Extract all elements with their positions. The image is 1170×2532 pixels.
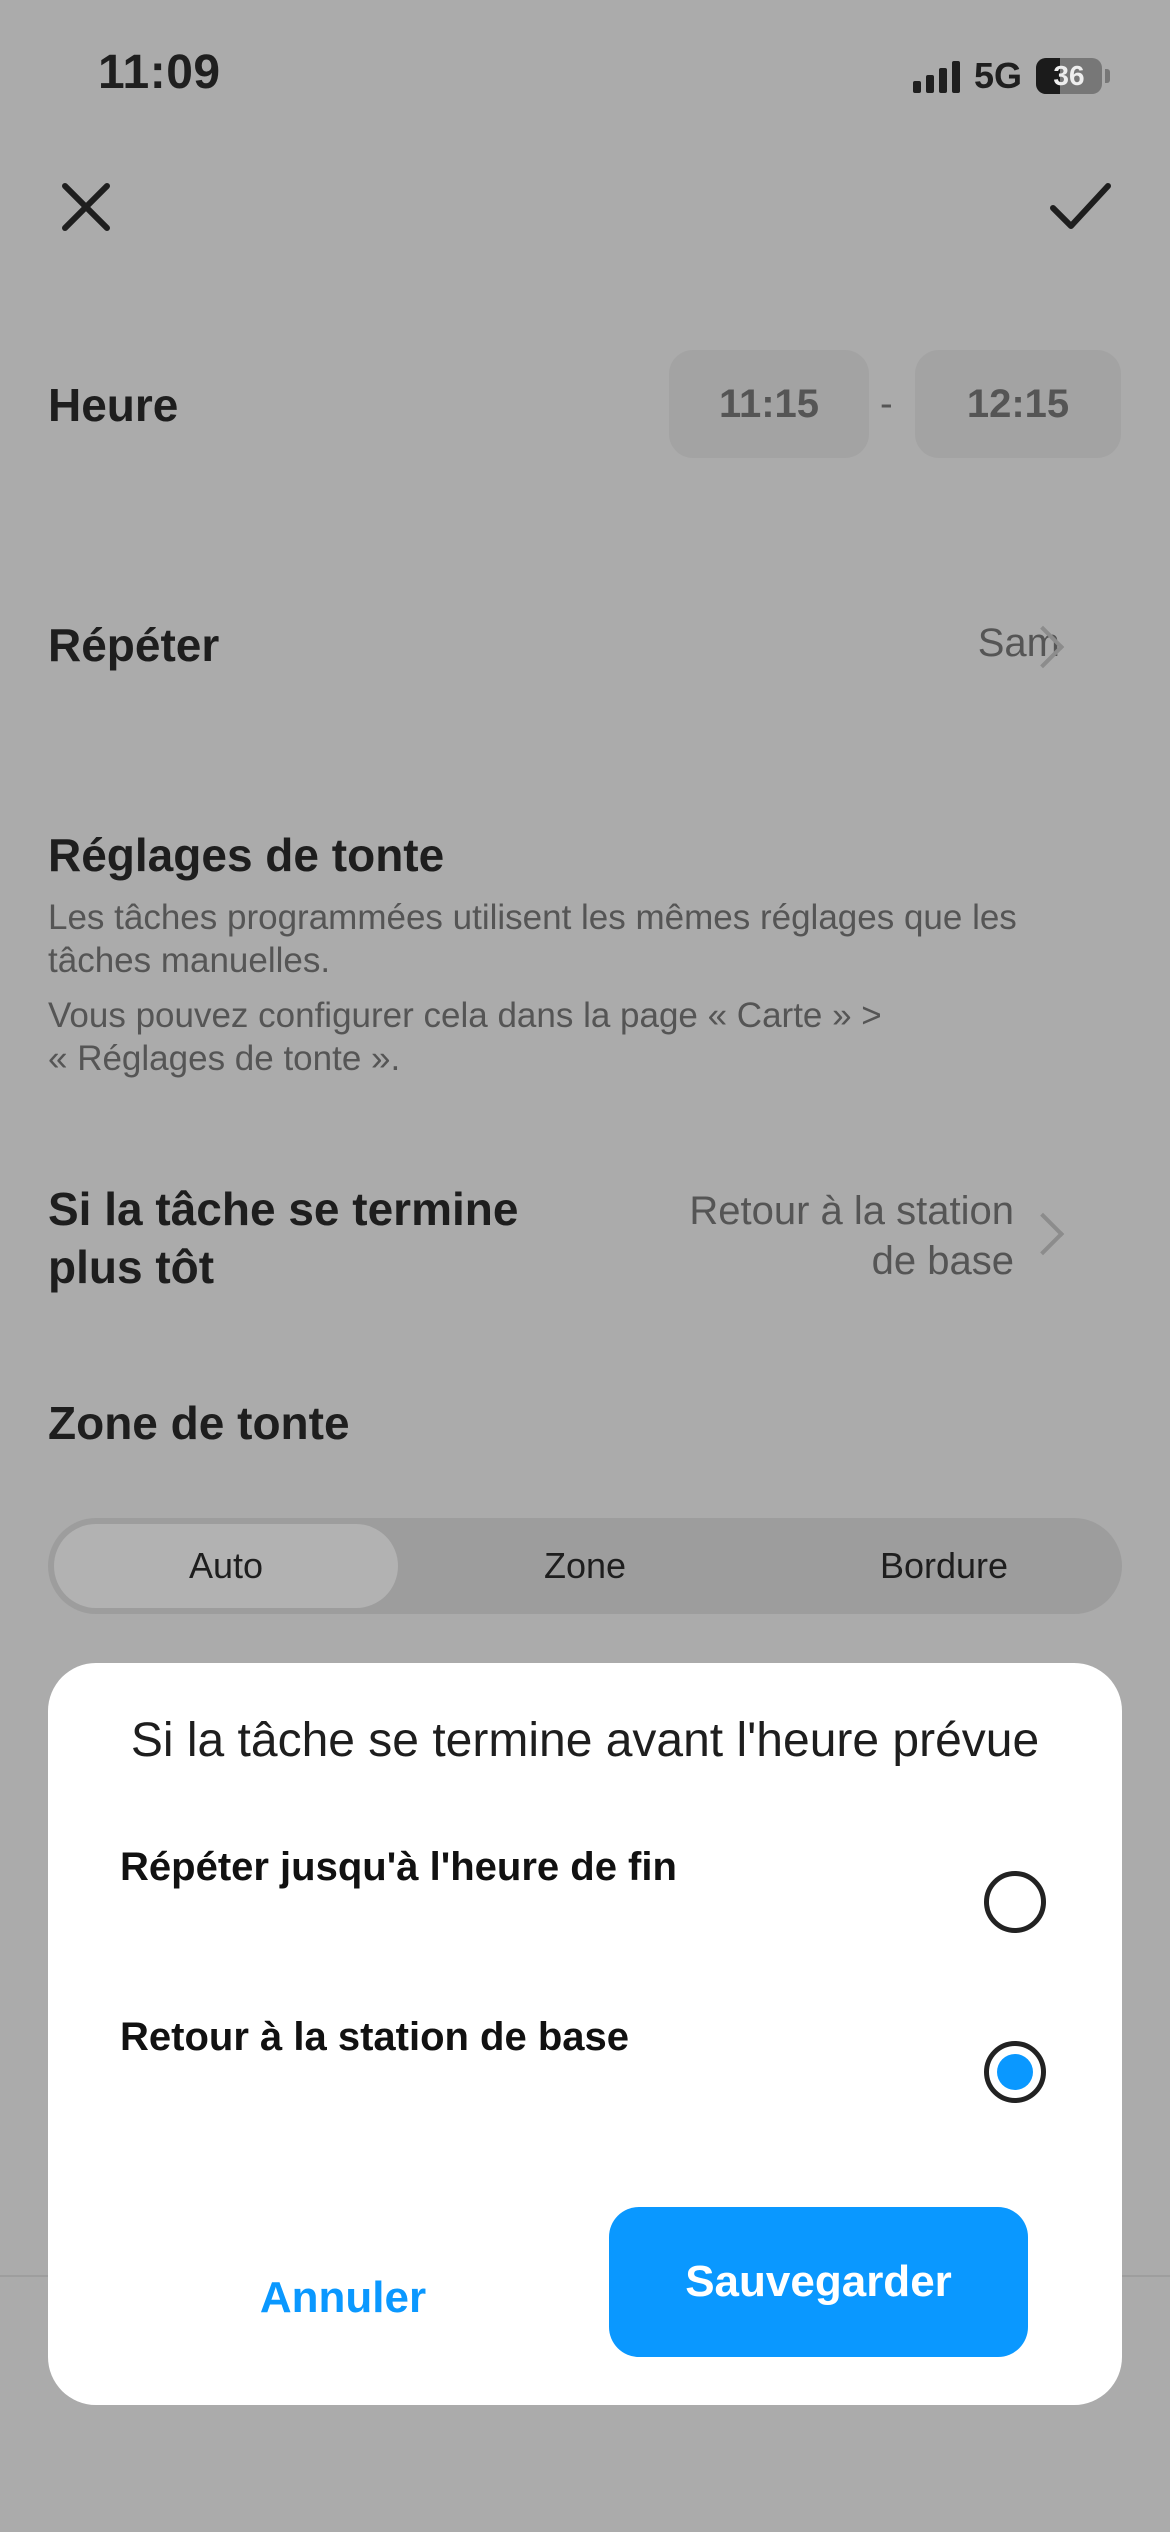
mowing-settings-description: Les tâches programmées utilisent les mêm… (48, 898, 1017, 980)
cancel-button[interactable]: Annuler (168, 2223, 518, 2373)
confirm-button[interactable] (1045, 170, 1115, 240)
mowing-zone-segmented-control: Auto Zone Bordure (48, 1518, 1122, 1614)
end-time-button[interactable]: 12:15 (915, 350, 1121, 458)
status-time: 11:09 (98, 46, 221, 99)
mowing-settings-hint: Vous pouvez configurer cela dans la page… (48, 996, 882, 1078)
checkmark-icon (1050, 183, 1111, 229)
option-label: Répéter jusqu'à l'heure de fin (120, 1845, 677, 1889)
battery-icon: 36 (1036, 58, 1102, 94)
close-icon (62, 183, 110, 231)
repeat-label: Répéter (48, 619, 220, 671)
early-finish-label: Si la tâche se termine plus tôt (48, 1183, 519, 1293)
save-button[interactable]: Sauvegarder (609, 2207, 1028, 2357)
network-label: 5G (973, 55, 1022, 96)
zone-option-auto[interactable]: Auto (54, 1524, 398, 1608)
signal-icon (912, 59, 960, 93)
time-label: Heure (48, 379, 179, 431)
close-button[interactable] (55, 176, 117, 238)
status-indicators: 5G 36 (912, 55, 1110, 97)
mowing-zone-title: Zone de tonte (48, 1397, 350, 1449)
early-finish-value: Retour à la station de base (689, 1189, 1014, 1283)
radio-selected[interactable] (984, 2041, 1046, 2103)
mowing-settings-title: Réglages de tonte (48, 829, 445, 881)
zone-option-bordure[interactable]: Bordure (772, 1524, 1116, 1608)
early-finish-dialog: Si la tâche se termine avant l'heure pré… (48, 1663, 1122, 2405)
start-time-button[interactable]: 11:15 (669, 350, 869, 458)
dialog-title: Si la tâche se termine avant l'heure pré… (130, 1714, 1040, 1767)
radio-unselected[interactable] (984, 1871, 1046, 1933)
battery-tip (1105, 69, 1110, 83)
zone-option-zone[interactable]: Zone (413, 1524, 757, 1608)
battery-level: 36 (1053, 60, 1085, 91)
schedule-editor-screen: 11:09 5G 36 Heure 11:15 - 12:15 Répéter … (0, 0, 1170, 2532)
time-separator: - (880, 383, 893, 425)
option-label: Retour à la station de base (120, 2015, 630, 2059)
